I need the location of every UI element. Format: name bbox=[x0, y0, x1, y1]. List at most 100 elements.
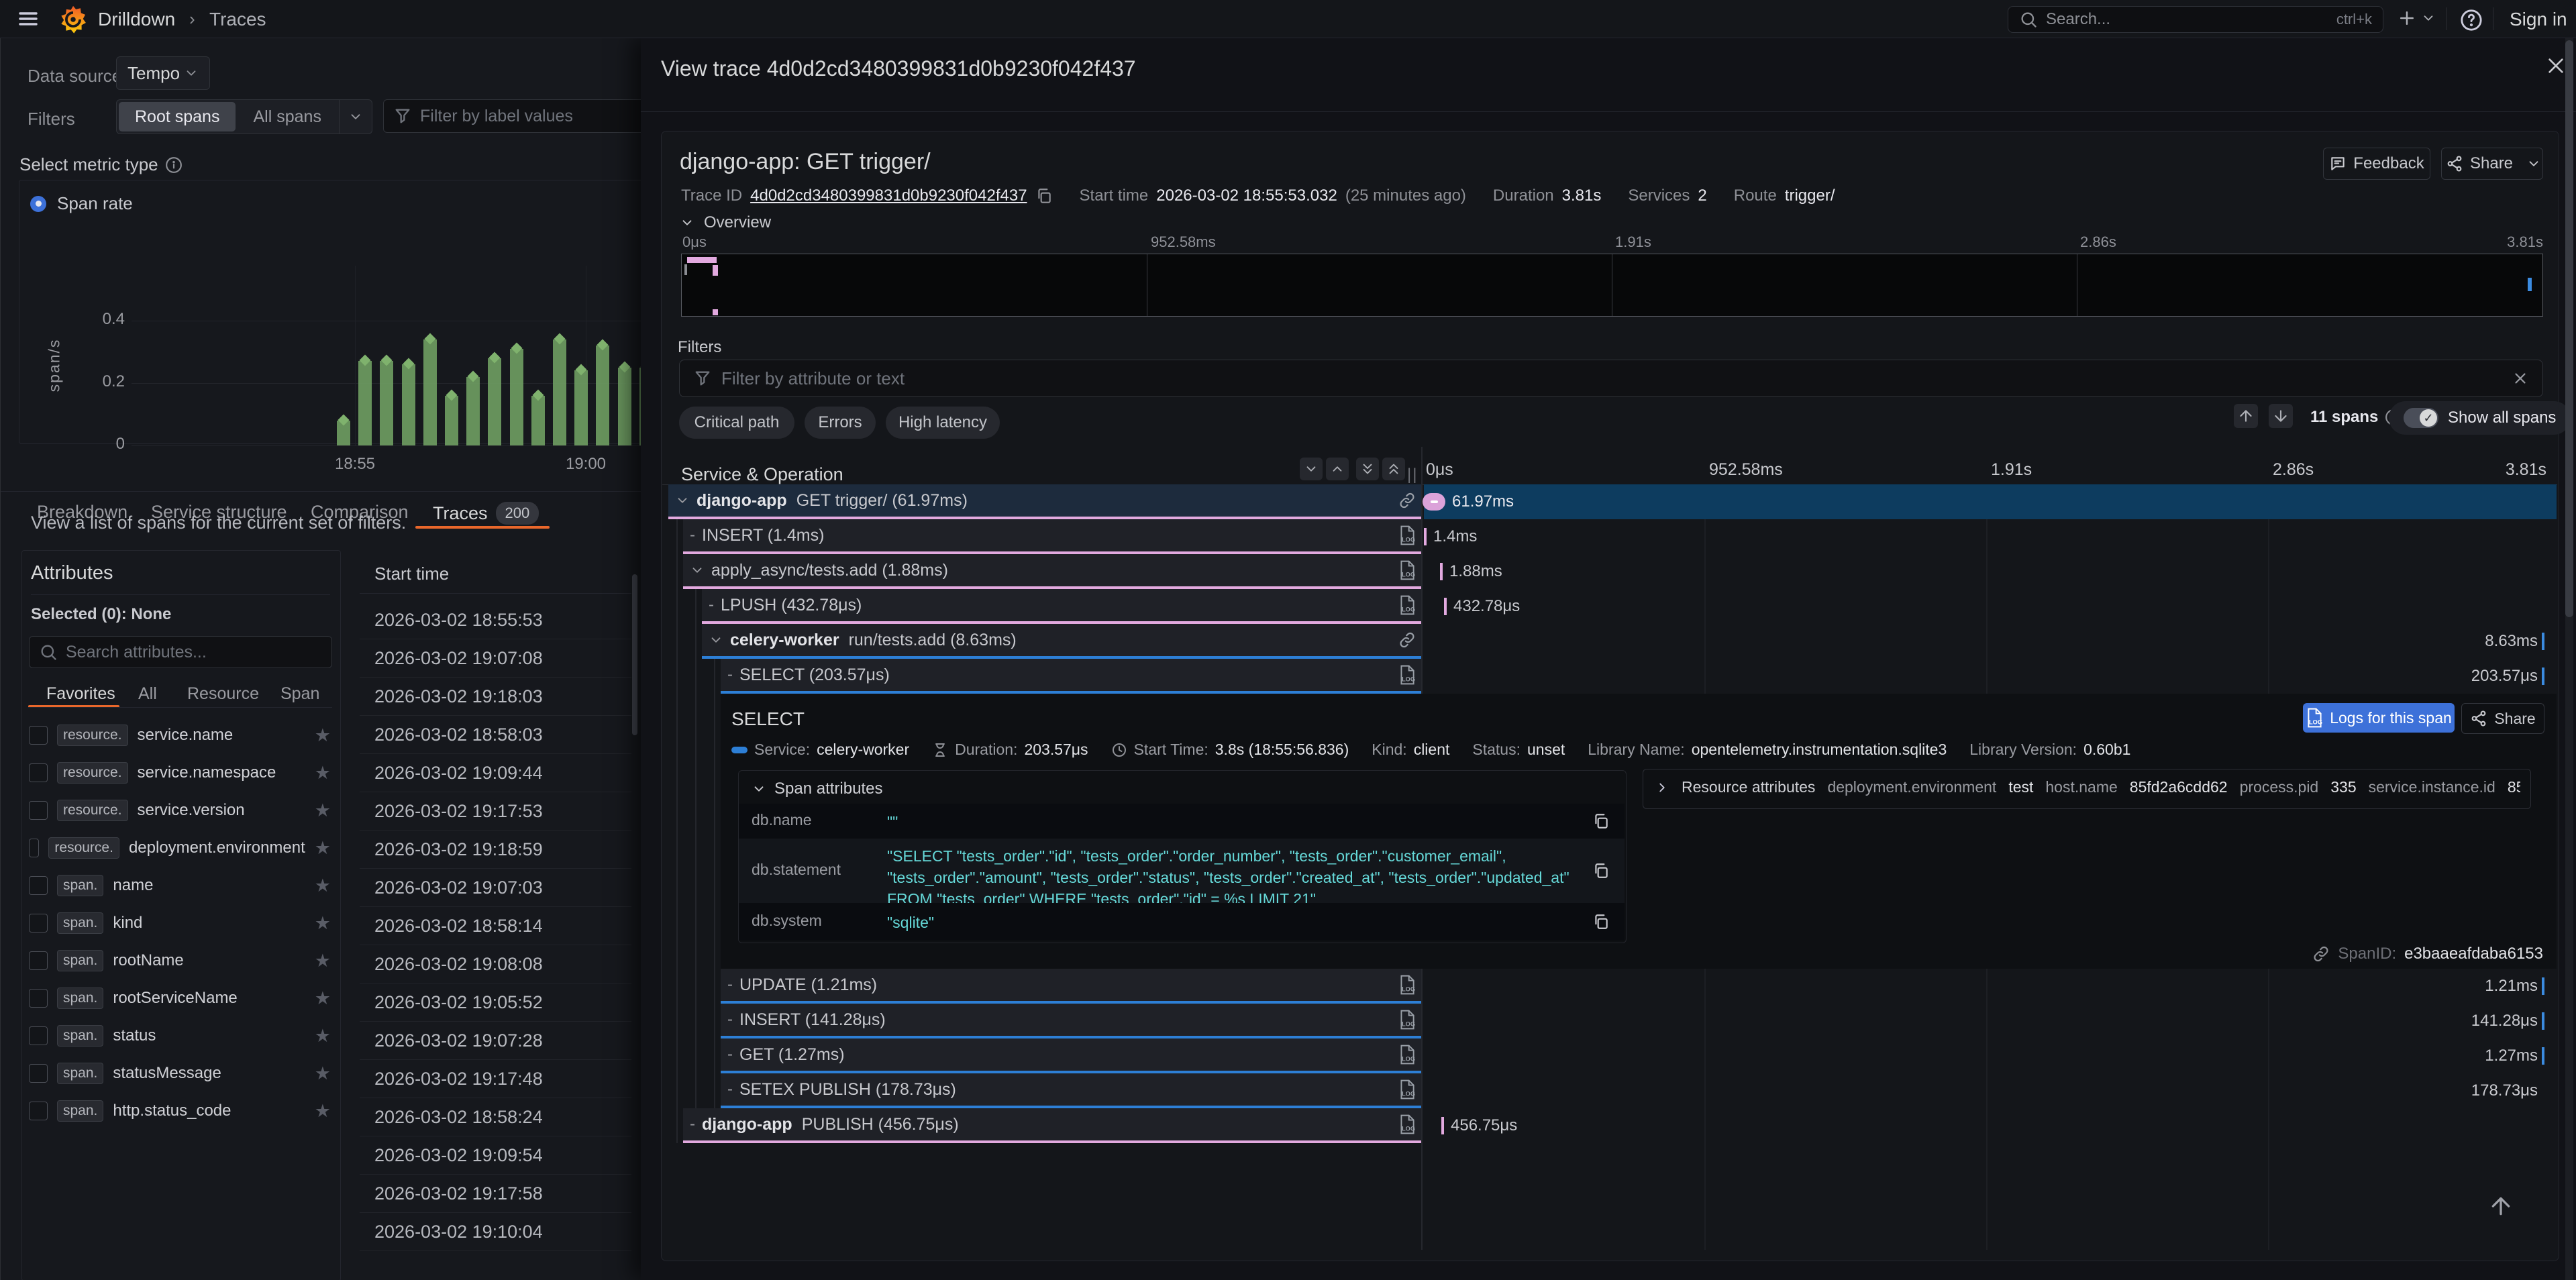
attribute-checkbox[interactable] bbox=[29, 1026, 48, 1045]
span-row[interactable]: -SETEX PUBLISH (178.73μs)LOG bbox=[721, 1073, 1421, 1108]
span-bar[interactable] bbox=[1444, 598, 1447, 615]
attribute-row[interactable]: resource.deployment.environment★ bbox=[29, 831, 331, 865]
sign-in-button[interactable]: Sign in bbox=[2510, 9, 2567, 30]
span-row[interactable]: -django-appPUBLISH (456.75μs)LOG bbox=[683, 1108, 1421, 1143]
span-row[interactable]: -GET (1.27ms)LOG bbox=[721, 1038, 1421, 1073]
star-icon[interactable]: ★ bbox=[315, 763, 331, 784]
span-bar[interactable] bbox=[2542, 668, 2544, 685]
attribute-row[interactable]: span.statusMessage★ bbox=[29, 1056, 331, 1091]
collapse-one-button[interactable] bbox=[1300, 458, 1323, 480]
logs-icon[interactable]: LOG bbox=[1398, 595, 1416, 615]
span-row[interactable]: celery-workerrun/tests.add (8.63ms) bbox=[702, 624, 1421, 659]
help-icon[interactable] bbox=[2460, 9, 2483, 32]
starttime-header[interactable]: Start time bbox=[374, 564, 449, 584]
star-icon[interactable]: ★ bbox=[315, 951, 331, 971]
trace-list-row[interactable]: 2026-03-02 18:58:03 bbox=[360, 716, 631, 754]
span-bar[interactable] bbox=[2542, 1047, 2544, 1065]
attribute-row[interactable]: resource.service.namespace★ bbox=[29, 755, 331, 790]
span-row[interactable]: django-appGET trigger/ (61.97ms) bbox=[668, 484, 1421, 519]
logs-for-span-button[interactable]: LOGLogs for this span bbox=[2303, 703, 2455, 733]
global-search-input[interactable]: Search... ctrl+k bbox=[2008, 6, 2383, 33]
logs-icon[interactable]: LOG bbox=[1398, 560, 1416, 580]
label-filter-input[interactable]: Filter by label values bbox=[383, 99, 672, 133]
trace-list-row[interactable]: 2026-03-02 19:05:52 bbox=[360, 983, 631, 1022]
collapse-all-button[interactable] bbox=[1356, 458, 1379, 480]
attr-tab-all[interactable]: All bbox=[138, 684, 157, 704]
span-scope-toggle[interactable]: Root spans All spans bbox=[116, 99, 372, 134]
sidebar-scrollbar[interactable] bbox=[632, 574, 637, 735]
attribute-row[interactable]: resource.service.version★ bbox=[29, 793, 331, 828]
star-icon[interactable]: ★ bbox=[315, 988, 331, 1009]
chip-errors[interactable]: Errors bbox=[805, 407, 876, 439]
trace-list-row[interactable]: 2026-03-02 19:09:54 bbox=[360, 1136, 631, 1175]
attribute-checkbox[interactable] bbox=[29, 989, 48, 1008]
breadcrumb-drilldown[interactable]: Drilldown bbox=[98, 9, 175, 30]
trace-list-row[interactable]: 2026-03-02 19:17:48 bbox=[360, 1060, 631, 1098]
collapse-span-icon[interactable] bbox=[675, 493, 690, 508]
trace-list-row[interactable]: 2026-03-02 19:17:58 bbox=[360, 1175, 631, 1213]
trace-list-row[interactable]: 2026-03-02 18:58:24 bbox=[360, 1098, 631, 1136]
attribute-checkbox[interactable] bbox=[29, 951, 48, 970]
span-row[interactable]: apply_async/tests.add (1.88ms)LOG bbox=[683, 554, 1421, 589]
attribute-checkbox[interactable] bbox=[29, 1102, 48, 1120]
span-row[interactable]: -INSERT (1.4ms)LOG bbox=[683, 519, 1421, 554]
trace-id-link[interactable]: 4d0d2cd3480399831d0b9230f042f437 bbox=[750, 186, 1027, 205]
close-icon[interactable] bbox=[2545, 55, 2567, 76]
attr-tab-favorites[interactable]: Favorites bbox=[46, 684, 115, 704]
copy-icon[interactable] bbox=[1592, 913, 1610, 930]
trace-list-row[interactable]: 2026-03-02 19:07:08 bbox=[360, 639, 631, 678]
star-icon[interactable]: ★ bbox=[315, 838, 331, 859]
attribute-checkbox[interactable] bbox=[29, 801, 48, 820]
clear-filter-icon[interactable] bbox=[2512, 370, 2529, 387]
attribute-row[interactable]: span.rootServiceName★ bbox=[29, 981, 331, 1016]
breadcrumb-traces[interactable]: Traces bbox=[209, 9, 266, 30]
star-icon[interactable]: ★ bbox=[315, 725, 331, 746]
chevron-right-icon[interactable] bbox=[1655, 780, 1669, 795]
attribute-row[interactable]: span.kind★ bbox=[29, 906, 331, 941]
trace-list-row[interactable]: 2026-03-02 19:17:53 bbox=[360, 792, 631, 831]
span-bar[interactable] bbox=[2542, 633, 2544, 650]
span-attributes-toggle[interactable]: Span attributes bbox=[752, 780, 882, 798]
attr-tab-resource[interactable]: Resource bbox=[187, 684, 259, 704]
copy-icon[interactable] bbox=[1592, 812, 1610, 830]
span-row[interactable]: -INSERT (141.28μs)LOG bbox=[721, 1004, 1421, 1038]
link-icon[interactable] bbox=[1398, 631, 1416, 649]
drawer-scrollbar-thumb[interactable] bbox=[2565, 40, 2573, 617]
chip-high-latency[interactable]: High latency bbox=[886, 407, 1000, 439]
sidebar-tab-traces[interactable]: Traces200 bbox=[433, 502, 539, 525]
star-icon[interactable]: ★ bbox=[315, 1026, 331, 1047]
show-all-spans-toggle[interactable]: Show all spans bbox=[2389, 401, 2571, 435]
star-icon[interactable]: ★ bbox=[315, 1063, 331, 1084]
column-resize-handle[interactable]: || bbox=[1407, 466, 1418, 484]
share-button[interactable]: Share bbox=[2441, 148, 2543, 180]
trace-list-row[interactable]: 2026-03-02 19:08:08 bbox=[360, 945, 631, 983]
chip-critical-path[interactable]: Critical path bbox=[679, 407, 794, 439]
attribute-checkbox[interactable] bbox=[29, 839, 39, 857]
logs-icon[interactable]: LOG bbox=[1398, 1010, 1416, 1030]
logs-icon[interactable]: LOG bbox=[1398, 665, 1416, 685]
trace-list-row[interactable]: 2026-03-02 19:09:44 bbox=[360, 754, 631, 792]
span-bar[interactable] bbox=[1441, 1117, 1444, 1134]
copy-icon[interactable] bbox=[1035, 187, 1053, 205]
collapse-span-icon[interactable] bbox=[709, 633, 723, 647]
scope-dropdown-button[interactable] bbox=[339, 100, 372, 134]
trace-filter-input[interactable]: Filter by attribute or text bbox=[679, 360, 2543, 397]
grafana-logo-icon[interactable] bbox=[59, 5, 87, 34]
trace-list-row[interactable]: 2026-03-02 19:18:59 bbox=[360, 831, 631, 869]
star-icon[interactable]: ★ bbox=[315, 800, 331, 821]
attribute-checkbox[interactable] bbox=[29, 763, 48, 782]
logs-icon[interactable]: LOG bbox=[1398, 1045, 1416, 1065]
trace-minimap[interactable] bbox=[681, 254, 2543, 317]
trace-list-row[interactable]: 2026-03-02 19:10:04 bbox=[360, 1213, 631, 1251]
star-icon[interactable]: ★ bbox=[315, 875, 331, 896]
scope-all-spans[interactable]: All spans bbox=[236, 107, 339, 127]
span-bar[interactable] bbox=[2542, 977, 2544, 995]
logs-icon[interactable]: LOG bbox=[1398, 975, 1416, 995]
star-icon[interactable]: ★ bbox=[315, 1101, 331, 1122]
expand-one-button[interactable] bbox=[1326, 458, 1349, 480]
span-row[interactable]: -UPDATE (1.21ms)LOG bbox=[721, 969, 1421, 1004]
hamburger-menu-icon[interactable] bbox=[16, 8, 40, 30]
span-rate-radio[interactable]: Span rate bbox=[30, 193, 133, 214]
attribute-checkbox[interactable] bbox=[29, 726, 48, 745]
span-row[interactable]: -SELECT (203.57μs)LOG bbox=[721, 659, 1421, 694]
